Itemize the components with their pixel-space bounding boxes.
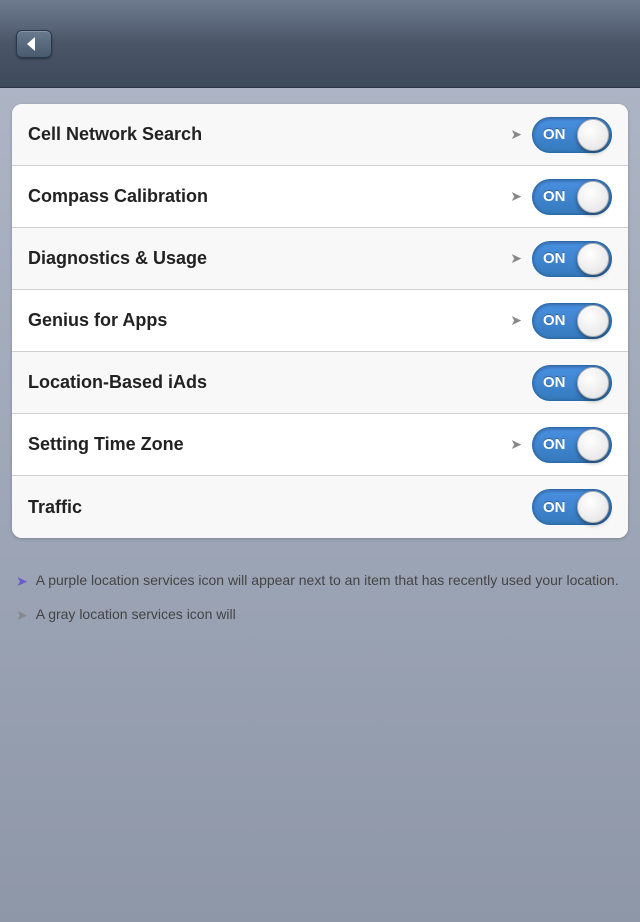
footer-arrow-icon-1: ➤ [16, 605, 28, 626]
toggle-diagnostics-usage[interactable]: ON [532, 241, 612, 277]
toggle-on-label-diagnostics-usage: ON [543, 250, 566, 267]
row-label-setting-time-zone: Setting Time Zone [28, 434, 510, 455]
settings-row-location-based-iads: Location-Based iAds ON [12, 352, 628, 414]
footer-note-item-0: ➤ A purple location services icon will ap… [16, 570, 624, 592]
toggle-genius-for-apps[interactable]: ON [532, 303, 612, 339]
footer-notes: ➤ A purple location services icon will ap… [0, 554, 640, 626]
toggle-on-label-compass-calibration: ON [543, 188, 566, 205]
toggle-knob-location-based-iads [577, 367, 609, 399]
row-label-cell-network-search: Cell Network Search [28, 124, 510, 145]
toggle-compass-calibration[interactable]: ON [532, 179, 612, 215]
toggle-on-label-location-based-iads: ON [543, 374, 566, 391]
location-arrow-icon-setting-time-zone: ➤ [510, 436, 522, 453]
settings-row-setting-time-zone: Setting Time Zone➤ ON [12, 414, 628, 476]
toggle-knob-diagnostics-usage [577, 243, 609, 275]
settings-row-diagnostics-usage: Diagnostics & Usage➤ ON [12, 228, 628, 290]
toggle-on-label-genius-for-apps: ON [543, 312, 566, 329]
location-arrow-icon-diagnostics-usage: ➤ [510, 250, 522, 267]
back-chevron-icon [27, 37, 35, 51]
toggle-knob-compass-calibration [577, 181, 609, 213]
settings-table: Cell Network Search➤ONCompass Calibratio… [12, 104, 628, 538]
settings-row-genius-for-apps: Genius for Apps➤ ON [12, 290, 628, 352]
toggle-on-label-cell-network-search: ON [543, 126, 566, 143]
row-label-diagnostics-usage: Diagnostics & Usage [28, 248, 510, 269]
footer-arrow-icon-0: ➤ [16, 571, 28, 592]
location-arrow-icon-cell-network-search: ➤ [510, 126, 522, 143]
row-label-compass-calibration: Compass Calibration [28, 186, 510, 207]
toggle-on-label-setting-time-zone: ON [543, 436, 566, 453]
footer-note-item-1: ➤ A gray location services icon will [16, 604, 624, 626]
toggle-on-label-traffic: ON [543, 499, 566, 516]
row-label-location-based-iads: Location-Based iAds [28, 372, 532, 393]
toggle-knob-traffic [577, 491, 609, 523]
toggle-knob-setting-time-zone [577, 429, 609, 461]
settings-row-compass-calibration: Compass Calibration➤ ON [12, 166, 628, 228]
toggle-cell-network-search[interactable]: ON [532, 117, 612, 153]
toggle-traffic[interactable]: ON [532, 489, 612, 525]
row-label-genius-for-apps: Genius for Apps [28, 310, 510, 331]
row-label-traffic: Traffic [28, 497, 532, 518]
header [0, 0, 640, 88]
settings-row-cell-network-search: Cell Network Search➤ ON [12, 104, 628, 166]
back-button[interactable] [16, 30, 52, 58]
toggle-knob-cell-network-search [577, 119, 609, 151]
footer-text-0: A purple location services icon will app… [36, 570, 619, 591]
toggle-location-based-iads[interactable]: ON [532, 365, 612, 401]
toggle-knob-genius-for-apps [577, 305, 609, 337]
content-area: Cell Network Search➤ONCompass Calibratio… [0, 88, 640, 554]
toggle-setting-time-zone[interactable]: ON [532, 427, 612, 463]
settings-row-traffic: Traffic ON [12, 476, 628, 538]
footer-text-1: A gray location services icon will [36, 604, 236, 625]
location-arrow-icon-compass-calibration: ➤ [510, 188, 522, 205]
location-arrow-icon-genius-for-apps: ➤ [510, 312, 522, 329]
